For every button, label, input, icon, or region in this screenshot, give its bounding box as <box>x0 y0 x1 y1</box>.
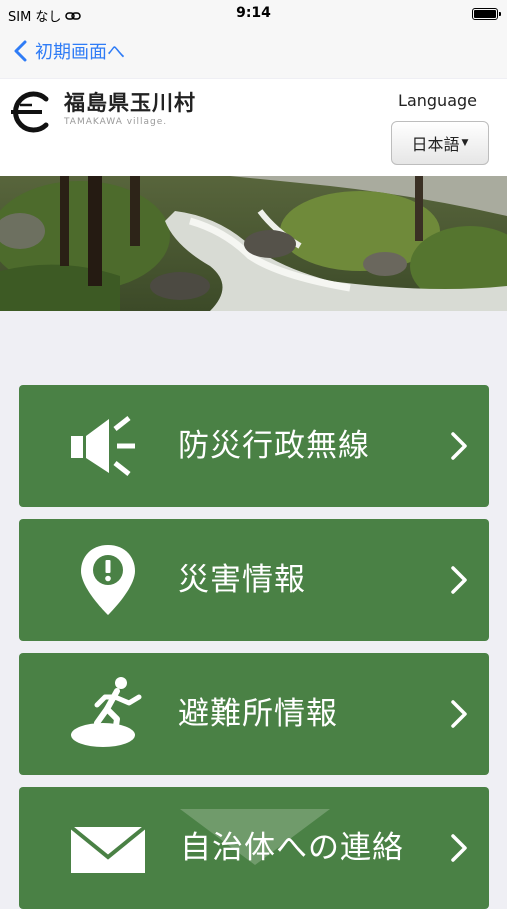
menu-label: 災害情報 <box>178 562 306 598</box>
logo-title: 福島県玉川村 <box>64 91 196 115</box>
status-time: 9:14 <box>236 5 271 21</box>
app-header: 福島県玉川村 TAMAKAWA village. Language 日本語 ▼ <box>0 79 507 176</box>
back-label: 初期画面へ <box>35 42 125 63</box>
status-bar: SIM なし 9:14 <box>0 0 507 30</box>
logo-subtitle: TAMAKAWA village. <box>64 117 168 127</box>
menu-contact-municipality[interactable]: 自治体への連絡 <box>19 787 489 909</box>
megaphone-icon <box>71 416 135 476</box>
chevron-left-icon <box>14 40 27 62</box>
nav-bar: 初期画面へ <box>0 30 507 78</box>
menu-label: 防災行政無線 <box>178 428 370 464</box>
chevron-right-icon <box>451 700 467 728</box>
language-label: Language <box>398 91 477 110</box>
mountain-stream-photo <box>0 176 507 311</box>
menu-shelter-info[interactable]: 避難所情報 <box>19 653 489 775</box>
mail-icon <box>69 825 147 873</box>
location-alert-icon <box>81 545 135 615</box>
village-emblem-icon <box>11 91 49 133</box>
dropdown-caret-icon: ▼ <box>461 138 469 148</box>
chevron-right-icon <box>451 834 467 862</box>
menu-disaster-info[interactable]: 災害情報 <box>19 519 489 641</box>
back-button[interactable]: 初期画面へ <box>14 38 125 64</box>
menu-label: 避難所情報 <box>178 696 338 732</box>
chevron-right-icon <box>451 566 467 594</box>
chevron-right-icon <box>451 432 467 460</box>
hero-image <box>0 176 507 311</box>
language-value: 日本語 <box>411 135 460 154</box>
battery-icon <box>472 8 501 20</box>
menu-label: 自治体への連絡 <box>180 830 404 866</box>
evacuation-icon <box>71 677 142 747</box>
language-select[interactable]: 日本語 ▼ <box>391 121 489 165</box>
village-logo: 福島県玉川村 TAMAKAWA village. <box>6 91 196 133</box>
menu-disaster-radio[interactable]: 防災行政無線 <box>19 385 489 507</box>
